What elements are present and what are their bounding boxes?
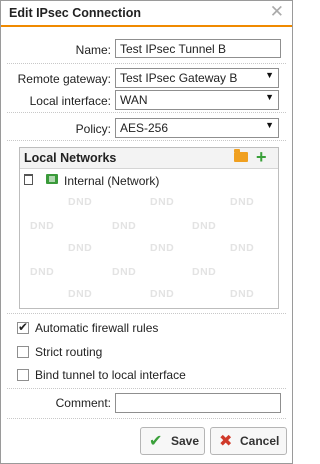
save-button-label: Save (171, 434, 200, 448)
chevron-down-icon: ▼ (265, 92, 274, 102)
name-row: Name: (1, 39, 292, 61)
dnd-watermark: DND (112, 266, 137, 278)
checkmark-icon: ✔ (18, 320, 29, 334)
remote-gateway-select[interactable]: Test IPsec Gateway B ▼ (115, 68, 279, 88)
cancel-button[interactable]: ✖ Cancel (210, 427, 287, 455)
divider (7, 418, 286, 419)
dialog-title: Edit IPsec Connection (9, 6, 141, 20)
divider (7, 63, 286, 64)
dnd-watermark: DND (230, 242, 255, 254)
trash-icon[interactable] (24, 174, 33, 185)
local-interface-select[interactable]: WAN ▼ (115, 90, 279, 110)
chevron-down-icon: ▼ (265, 120, 274, 130)
ipsec-dialog: Edit IPsec Connection ✕ Name: Remote gat… (0, 0, 293, 464)
network-name: Internal (Network) (64, 174, 160, 188)
cancel-icon: ✖ (219, 433, 233, 450)
dnd-watermark: DND (192, 266, 217, 278)
dnd-watermark: DND (192, 220, 217, 232)
add-icon[interactable]: + (256, 147, 267, 167)
comment-input[interactable] (115, 393, 281, 413)
dnd-watermark: DND (230, 288, 255, 300)
dnd-watermark: DND (68, 242, 93, 254)
dnd-watermark: DND (112, 220, 137, 232)
name-input[interactable] (115, 39, 281, 58)
bind-tunnel-label[interactable]: Bind tunnel to local interface (35, 368, 186, 382)
strict-routing-label[interactable]: Strict routing (35, 345, 102, 359)
name-label: Name: (75, 43, 111, 57)
local-networks-header: Local Networks + (20, 147, 278, 169)
close-icon[interactable]: ✕ (270, 2, 284, 22)
policy-row: Policy: AES-256 ▼ (1, 118, 292, 140)
folder-icon[interactable] (234, 149, 248, 162)
save-button[interactable]: ✔ Save (140, 427, 205, 455)
divider (7, 112, 286, 113)
dnd-watermark: DND (230, 196, 255, 208)
local-networks-title: Local Networks (24, 151, 117, 165)
comment-row: Comment: (1, 393, 292, 415)
dnd-watermark: DND (150, 196, 175, 208)
bind-tunnel-checkbox[interactable] (17, 369, 29, 381)
chevron-down-icon: ▼ (265, 70, 274, 80)
remote-gateway-value: Test IPsec Gateway B (120, 71, 238, 85)
divider (7, 388, 286, 389)
local-interface-label: Local interface: (29, 94, 111, 108)
divider (7, 313, 286, 314)
network-icon (46, 174, 58, 184)
dnd-watermark: DND (30, 266, 55, 278)
policy-label: Policy: (75, 122, 111, 136)
divider (7, 140, 286, 141)
dnd-watermark: DND (30, 220, 55, 232)
local-interface-value: WAN (120, 93, 148, 107)
policy-value: AES-256 (120, 121, 169, 135)
automatic-firewall-rules-label[interactable]: Automatic firewall rules (35, 321, 158, 335)
local-interface-row: Local interface: WAN ▼ (1, 90, 292, 112)
strict-routing-checkbox[interactable] (17, 346, 29, 358)
check-icon: ✔ (149, 433, 163, 450)
dnd-watermark: DND (68, 288, 93, 300)
list-item[interactable]: Internal (Network) (22, 172, 274, 190)
dnd-watermark: DND (150, 242, 175, 254)
cancel-button-label: Cancel (240, 434, 280, 448)
comment-label: Comment: (55, 396, 111, 410)
automatic-firewall-rules-checkbox[interactable]: ✔ (17, 320, 29, 334)
dnd-watermark: DND (150, 288, 175, 300)
dialog-titlebar[interactable]: Edit IPsec Connection ✕ (1, 1, 292, 27)
policy-select[interactable]: AES-256 ▼ (115, 118, 279, 138)
dnd-watermark: DND (68, 196, 93, 208)
remote-gateway-row: Remote gateway: Test IPsec Gateway B ▼ (1, 68, 292, 90)
local-networks-box[interactable]: Local Networks + Internal (Network) DND … (19, 147, 279, 309)
remote-gateway-label: Remote gateway: (17, 72, 111, 86)
